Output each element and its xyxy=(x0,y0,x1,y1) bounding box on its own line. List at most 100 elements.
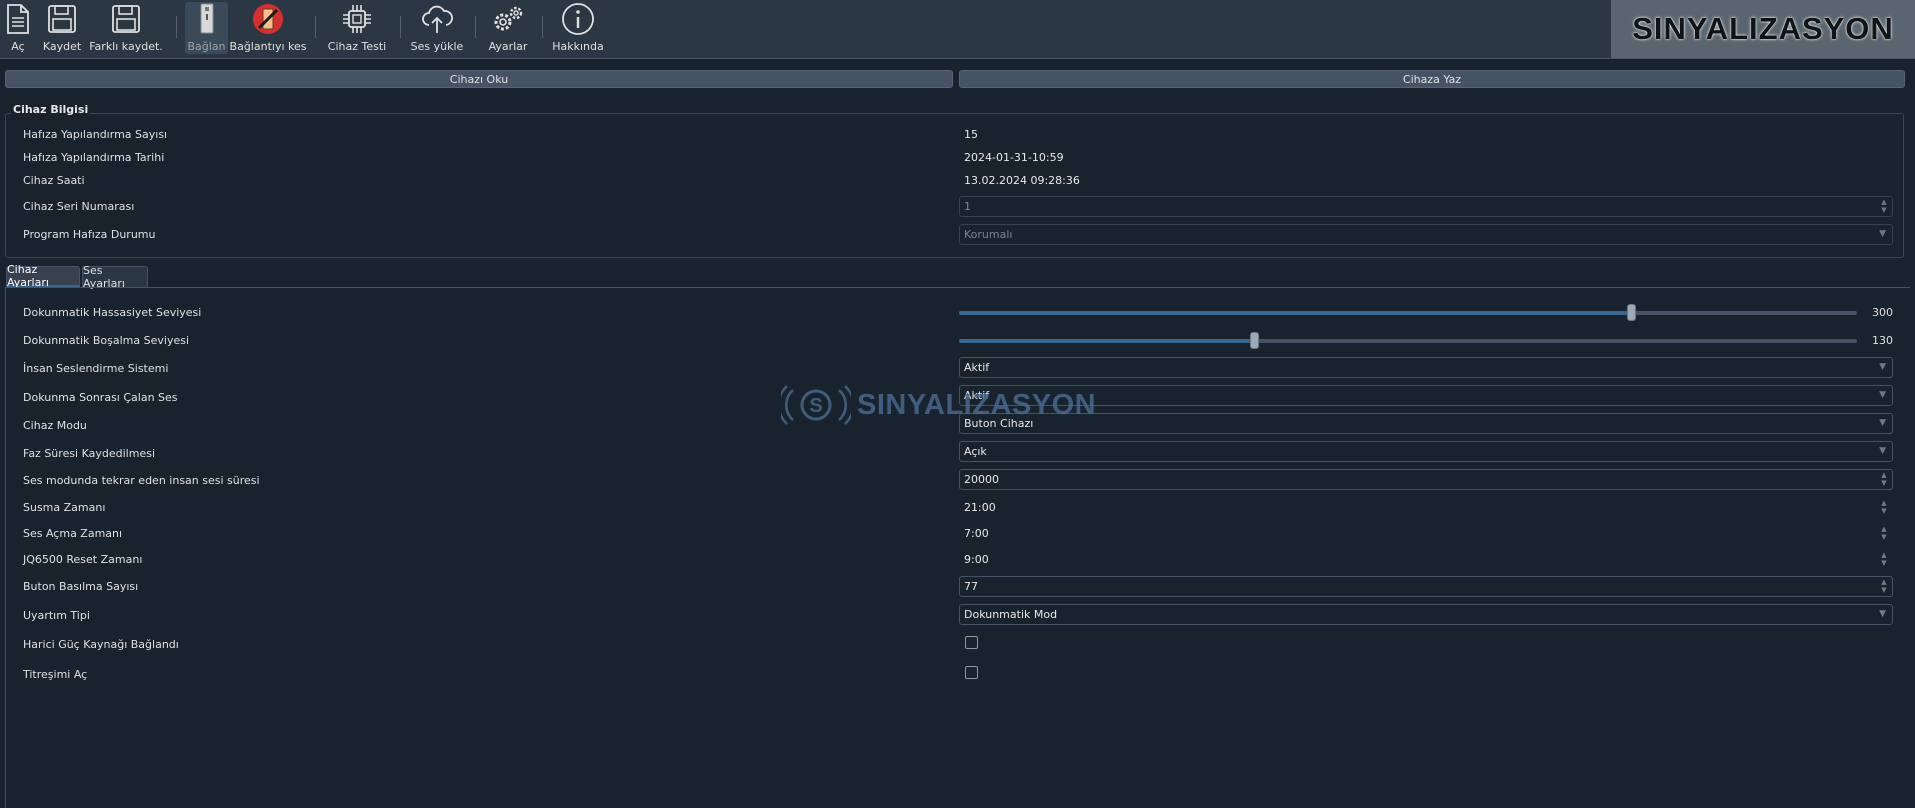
mute-time-value: 21:00 xyxy=(964,501,996,514)
touch-sensitivity-slider[interactable] xyxy=(959,304,1857,321)
human-voice-label: İnsan Seslendirme Sistemi xyxy=(23,362,169,375)
device-mode-label: Cihaz Modu xyxy=(23,419,87,432)
toolbar-separator xyxy=(315,16,316,38)
spin-up-icon: ▲ xyxy=(1881,499,1887,507)
after-touch-sound-select[interactable]: Aktif ▼ xyxy=(959,385,1893,406)
device-mode-select[interactable]: Buton Cihazı ▼ xyxy=(959,413,1893,434)
touch-discharge-slider[interactable] xyxy=(959,332,1857,349)
program-memory-value: Korumalı xyxy=(964,228,1013,241)
save-as-label: Farklı kaydet. xyxy=(89,40,163,53)
touch-sensitivity-value: 300 xyxy=(1872,306,1893,319)
chevron-down-icon: ▼ xyxy=(1879,446,1886,456)
chevron-down-icon: ▼ xyxy=(1879,390,1886,400)
slider-fill xyxy=(959,311,1631,315)
toolbar-separator xyxy=(400,16,401,38)
external-power-label: Harici Güç Kaynağı Bağlandı xyxy=(23,638,179,651)
unmute-time-value: 7:00 xyxy=(964,527,989,540)
about-button[interactable]: Hakkında xyxy=(552,2,604,54)
after-touch-sound-value: Aktif xyxy=(964,389,990,402)
save-button[interactable]: Kaydet xyxy=(42,2,82,54)
warning-type-label: Uyartım Tipi xyxy=(23,609,90,622)
warning-type-select[interactable]: Dokunmatik Mod ▼ xyxy=(959,604,1893,625)
device-info-title: Cihaz Bilgisi xyxy=(11,103,91,116)
spin-up-icon: ▲ xyxy=(1881,198,1887,206)
save-as-button[interactable]: Farklı kaydet. xyxy=(89,2,163,54)
settings-button[interactable]: Ayarlar xyxy=(484,2,532,54)
spin-down-icon: ▼ xyxy=(1881,479,1887,487)
floppy-icon xyxy=(111,2,141,36)
read-device-button[interactable]: Cihazı Oku xyxy=(5,70,953,88)
write-device-button[interactable]: Cihaza Yaz xyxy=(959,70,1905,88)
device-clock-label: Cihaz Saati xyxy=(23,174,85,187)
tab-sound-settings[interactable]: Ses Ayarları xyxy=(82,264,148,290)
toolbar-separator xyxy=(542,16,543,38)
info-icon xyxy=(561,2,595,36)
slider-handle[interactable] xyxy=(1626,304,1636,321)
phase-time-value: Açık xyxy=(964,445,987,458)
touch-discharge-value: 130 xyxy=(1872,334,1893,347)
vibration-label: Titreşimi Aç xyxy=(23,668,88,681)
file-icon xyxy=(6,2,30,36)
human-voice-select[interactable]: Aktif ▼ xyxy=(959,357,1893,378)
spin-buttons[interactable]: ▲ ▼ xyxy=(1878,499,1890,516)
button-press-count-value: 77 xyxy=(964,580,978,593)
button-press-count-spinbox[interactable]: 77 ▲ ▼ xyxy=(959,576,1893,597)
chevron-down-icon: ▼ xyxy=(1879,418,1886,428)
serial-number-label: Cihaz Seri Numarası xyxy=(23,200,135,213)
warning-type-value: Dokunmatik Mod xyxy=(964,608,1058,621)
external-power-checkbox[interactable] xyxy=(965,636,978,649)
disconnect-icon xyxy=(251,2,285,36)
mute-time-edit[interactable]: 21:00 ▲ ▼ xyxy=(959,497,1893,518)
upload-sound-label: Ses yükle xyxy=(410,40,464,53)
chevron-down-icon: ▼ xyxy=(1879,609,1886,619)
open-label: Aç xyxy=(11,40,25,53)
spin-up-icon: ▲ xyxy=(1881,471,1887,479)
spin-up-icon: ▲ xyxy=(1881,578,1887,586)
unmute-time-label: Ses Açma Zamanı xyxy=(23,527,123,540)
tab-device-settings[interactable]: Cihaz Ayarları xyxy=(6,263,80,289)
touch-discharge-label: Dokunmatik Boşalma Seviyesi xyxy=(23,334,190,347)
spin-down-icon: ▼ xyxy=(1881,206,1887,214)
touch-sensitivity-label: Dokunmatik Hassasiyet Seviyesi xyxy=(23,306,202,319)
after-touch-sound-label: Dokunma Sonrası Çalan Ses xyxy=(23,391,178,404)
spin-up-icon: ▲ xyxy=(1881,525,1887,533)
repeat-duration-spinbox[interactable]: 20000 ▲ ▼ xyxy=(959,469,1893,490)
memory-config-date-label: Hafıza Yapılandırma Tarihi xyxy=(23,151,165,164)
disconnect-button[interactable]: Bağlantıyı kes xyxy=(230,2,306,54)
slider-fill xyxy=(959,339,1254,343)
spin-buttons[interactable]: ▲ ▼ xyxy=(1878,198,1890,215)
reset-time-edit[interactable]: 9:00 ▲ ▼ xyxy=(959,549,1893,570)
save-label: Kaydet xyxy=(42,40,82,53)
phase-time-label: Faz Süresi Kaydedilmesi xyxy=(23,447,155,460)
upload-sound-button[interactable]: Ses yükle xyxy=(411,2,463,54)
button-press-count-label: Buton Basılma Sayısı xyxy=(23,580,139,593)
chevron-down-icon: ▼ xyxy=(1879,362,1886,372)
about-label: Hakkında xyxy=(552,40,604,53)
slider-handle[interactable] xyxy=(1249,332,1259,349)
spin-down-icon: ▼ xyxy=(1881,586,1887,594)
settings-label: Ayarlar xyxy=(488,40,528,53)
brand-logo: SINYALIZASYON xyxy=(1611,0,1915,58)
chevron-down-icon: ▼ xyxy=(1879,229,1886,239)
spin-buttons[interactable]: ▲ ▼ xyxy=(1878,525,1890,542)
connect-button[interactable]: Bağlan xyxy=(185,2,228,54)
spin-buttons[interactable]: ▲ ▼ xyxy=(1878,578,1890,595)
vibration-checkbox[interactable] xyxy=(965,666,978,679)
spin-buttons[interactable]: ▲ ▼ xyxy=(1878,551,1890,568)
chip-icon xyxy=(341,2,373,36)
device-test-label: Cihaz Testi xyxy=(327,40,387,53)
memory-config-date-value: 2024-01-31-10:59 xyxy=(964,151,1064,164)
program-memory-label: Program Hafıza Durumu xyxy=(23,228,156,241)
spin-buttons[interactable]: ▲ ▼ xyxy=(1878,471,1890,488)
memory-config-count-label: Hafıza Yapılandırma Sayısı xyxy=(23,128,168,141)
device-icon xyxy=(198,2,216,36)
phase-time-select[interactable]: Açık ▼ xyxy=(959,441,1893,462)
unmute-time-edit[interactable]: 7:00 ▲ ▼ xyxy=(959,523,1893,544)
serial-number-value: 1 xyxy=(964,200,971,213)
serial-number-spinbox[interactable]: 1 ▲ ▼ xyxy=(959,196,1893,217)
connect-label: Bağlan xyxy=(187,40,226,53)
open-button[interactable]: Aç xyxy=(3,2,33,54)
program-memory-select[interactable]: Korumalı ▼ xyxy=(959,224,1893,245)
memory-config-count-value: 15 xyxy=(964,128,978,141)
device-test-button[interactable]: Cihaz Testi xyxy=(328,2,386,54)
